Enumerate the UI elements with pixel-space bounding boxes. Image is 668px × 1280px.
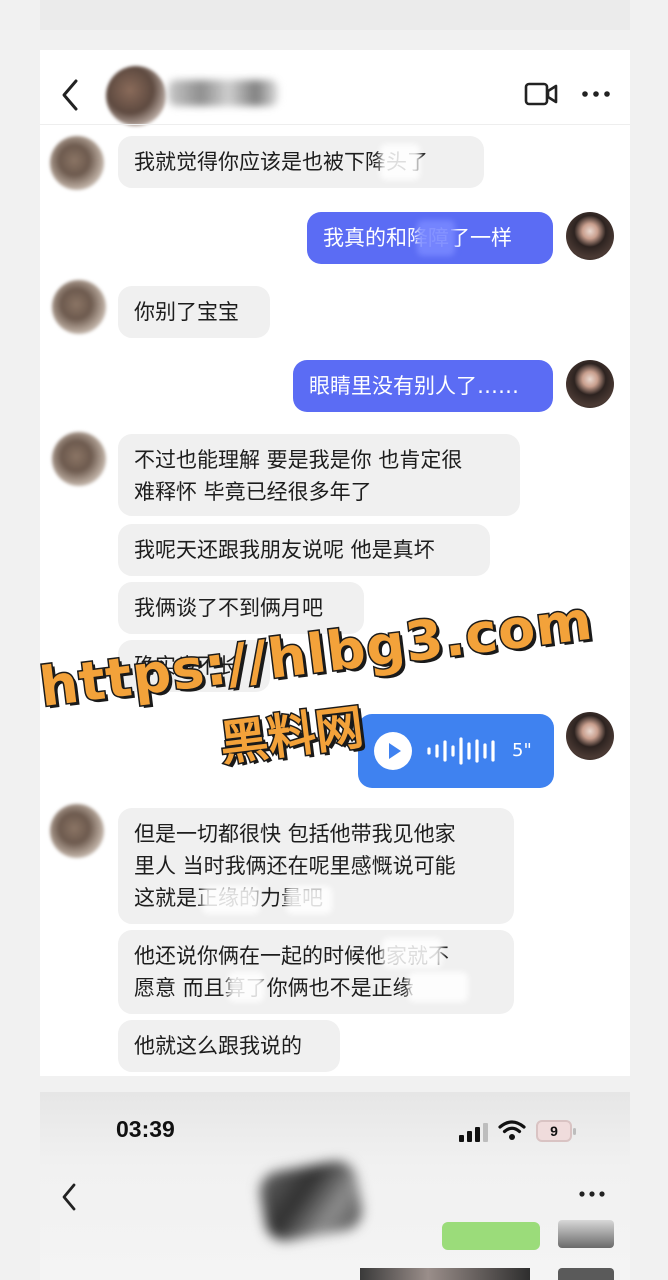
sender-avatar[interactable] (50, 136, 104, 190)
sender-avatar[interactable] (52, 432, 106, 486)
message-text: 你别了宝宝 (134, 300, 239, 324)
previous-screenshot-edge (40, 0, 630, 30)
redaction-blur (408, 972, 468, 1002)
message-text: 他就这么跟我说的 (134, 1034, 302, 1058)
redaction-blur (286, 886, 332, 914)
message-text: 眼睛里没有别人了…… (309, 374, 519, 398)
message-text-line: 但是一切都很快 包括他带我见他家 (134, 822, 456, 846)
message-bubble[interactable]: 确实也不长 (118, 640, 270, 692)
battery-indicator: 9 (536, 1120, 576, 1142)
chevron-left-icon[interactable] (60, 1182, 80, 1212)
redaction-blur (380, 144, 420, 180)
message-bubble[interactable]: 我真的和降障了一样 (307, 212, 553, 264)
message-text: 我俩谈了不到俩月吧 (134, 596, 323, 620)
more-dots-icon[interactable] (578, 1188, 606, 1200)
partial-avatar (558, 1220, 614, 1248)
message-bubble[interactable]: 我呢天还跟我朋友说呢 他是真坏 (118, 524, 490, 576)
partial-avatar (558, 1268, 614, 1280)
redaction-blur (202, 886, 260, 914)
partial-image (360, 1268, 530, 1280)
waveform-icon (427, 737, 495, 765)
video-camera-icon[interactable] (524, 82, 558, 106)
voice-message-bubble[interactable]: 5" (358, 714, 554, 788)
partial-message-bubble (442, 1222, 540, 1250)
redaction-blur (228, 972, 264, 1002)
more-dots-icon[interactable] (580, 83, 612, 105)
redaction-blur (382, 938, 442, 968)
chat-header (40, 50, 630, 126)
message-text-line: 里人 当时我俩还在呢里感慨说可能 (134, 854, 456, 878)
battery-level: 9 (550, 1123, 558, 1139)
message-bubble[interactable]: 不过也能理解 要是我是你 也肯定很 难释怀 毕竟已经很多年了 (118, 434, 520, 516)
cellular-signal-icon (459, 1123, 488, 1142)
play-icon[interactable] (374, 732, 412, 770)
voice-duration: 5" (512, 740, 532, 761)
contact-avatar[interactable] (106, 66, 166, 126)
status-time: 03:39 (116, 1116, 175, 1142)
header-divider (40, 124, 630, 125)
contact-name-redacted (168, 80, 278, 106)
message-bubble[interactable]: 我俩谈了不到俩月吧 (118, 582, 364, 634)
chevron-left-icon[interactable] (60, 77, 82, 113)
redaction-blur (417, 220, 455, 256)
message-bubble[interactable]: 眼睛里没有别人了…… (293, 360, 553, 412)
message-bubble[interactable]: 我就觉得你应该是也被下降头了 (118, 136, 484, 188)
my-avatar[interactable] (566, 212, 614, 260)
message-bubble[interactable]: 但是一切都很快 包括他带我见他家 里人 当时我俩还在呢里感慨说可能 这就是正缘的… (118, 808, 514, 924)
message-bubble[interactable]: 他就这么跟我说的 (118, 1020, 340, 1072)
message-text: 我呢天还跟我朋友说呢 他是真坏 (134, 538, 435, 562)
message-text-line: 难释怀 毕竟已经很多年了 (134, 480, 372, 504)
my-avatar[interactable] (566, 712, 614, 760)
message-text-line: 他还说你俩在一起的时候他家就不 (134, 944, 449, 968)
message-text-line: 不过也能理解 要是我是你 也肯定很 (134, 448, 463, 472)
sender-avatar[interactable] (52, 280, 106, 334)
message-bubble[interactable]: 他还说你俩在一起的时候他家就不 愿意 而且算了你俩也不是正缘 (118, 930, 514, 1014)
chat-window: 我就觉得你应该是也被下降头了 我真的和降障了一样 你别了宝宝 眼睛里没有别人了…… (40, 50, 630, 1076)
wifi-icon (498, 1120, 526, 1140)
second-screenshot: 03:39 9 (40, 1092, 630, 1280)
message-bubble[interactable]: 你别了宝宝 (118, 286, 270, 338)
sender-avatar[interactable] (50, 804, 104, 858)
my-avatar[interactable] (566, 360, 614, 408)
message-text: 确实也不长 (134, 654, 239, 678)
